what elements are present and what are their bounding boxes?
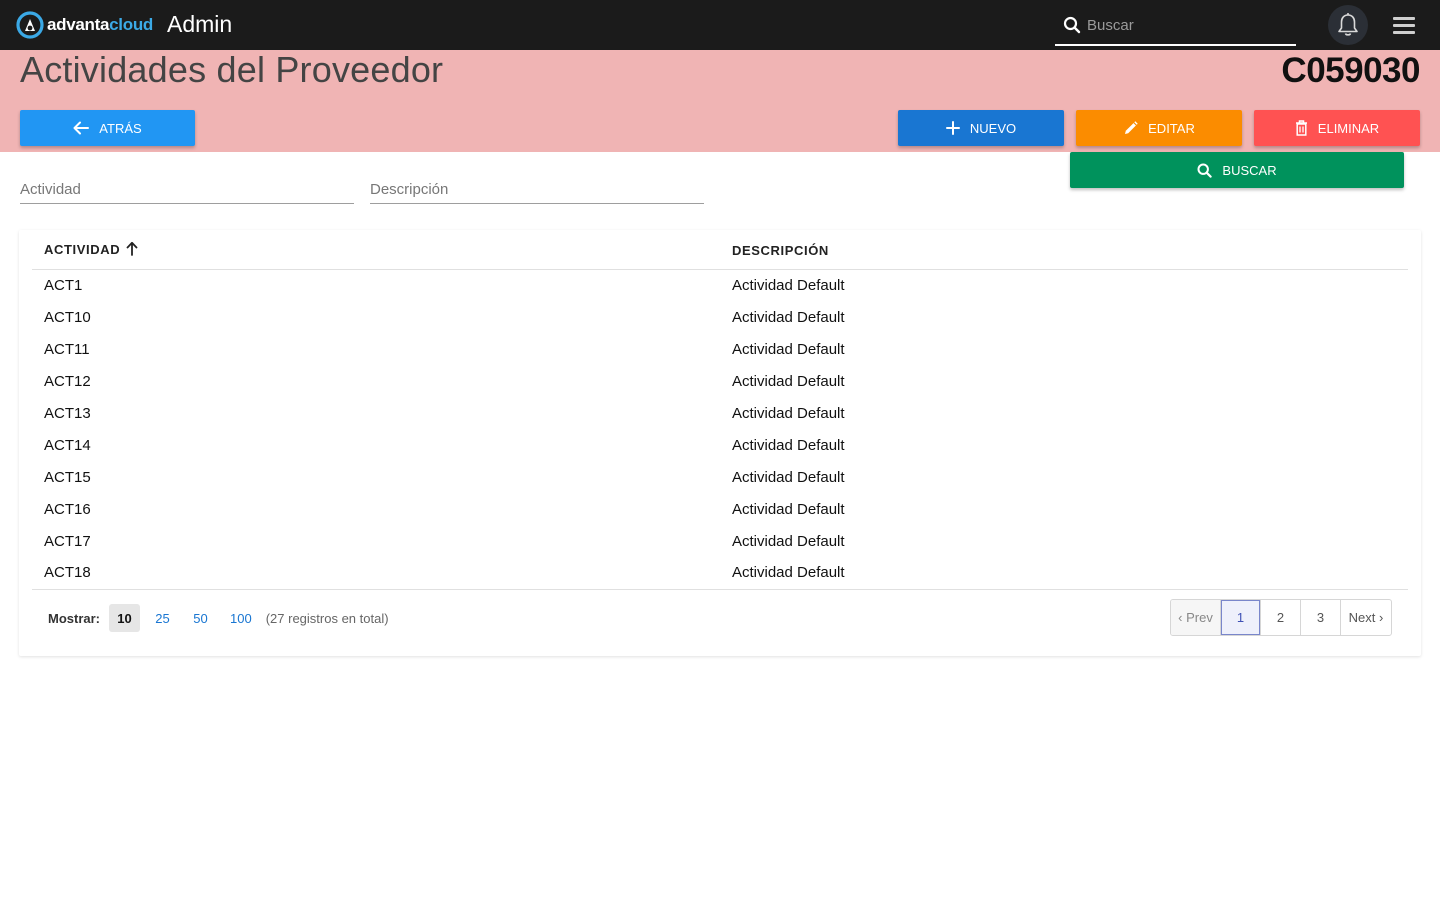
sort-ascending-icon [126, 241, 138, 259]
bell-icon [1338, 13, 1358, 36]
activity-filter-input[interactable] [20, 176, 354, 202]
column-header-activity-label: ACTIVIDAD [44, 242, 121, 258]
trash-icon [1295, 120, 1307, 136]
cell-description: Actividad Default [720, 557, 1408, 590]
table-row[interactable]: ACT17 Actividad Default [32, 525, 1408, 557]
cell-description: Actividad Default [732, 276, 845, 294]
table-row[interactable]: ACT14 Actividad Default [32, 429, 1408, 461]
column-header-description-label: DESCRIPCIÓN [732, 242, 829, 258]
table-row[interactable]: ACT13 Actividad Default [32, 397, 1408, 429]
search-icon [1063, 16, 1081, 34]
advanta-cloud-logo-icon [16, 11, 44, 39]
cell-description: Actividad Default [732, 436, 845, 454]
cell-activity: ACT18 [32, 557, 720, 590]
cell-activity: ACT1 [44, 276, 83, 294]
pagination-page-3[interactable]: 3 [1301, 600, 1341, 635]
cell-description: Actividad Default [732, 468, 845, 486]
pagination-page-2[interactable]: 2 [1261, 600, 1301, 635]
pagination-next[interactable]: Next › [1341, 600, 1391, 635]
activity-filter [20, 176, 354, 204]
page-size-selector: Mostrar: 10 25 50 100 (27 registros en t… [48, 604, 389, 632]
edit-button[interactable]: EDITAR [1076, 110, 1242, 146]
global-search-input[interactable] [1087, 14, 1287, 36]
cell-description: Actividad Default [732, 372, 845, 390]
table-row[interactable]: ACT10 Actividad Default [32, 301, 1408, 333]
cell-activity: ACT14 [44, 436, 91, 454]
cell-description: Actividad Default [732, 308, 845, 326]
description-filter-input[interactable] [370, 176, 704, 202]
page-size-option-10[interactable]: 10 [109, 604, 141, 632]
edit-button-label: EDITAR [1148, 120, 1195, 136]
cell-description: Actividad Default [732, 404, 845, 422]
table-row[interactable]: ACT18 Actividad Default [32, 557, 1408, 590]
cell-activity: ACT12 [44, 372, 91, 390]
total-records: (27 registros en total) [265, 610, 389, 626]
plus-icon [945, 121, 960, 135]
new-button[interactable]: NUEVO [898, 110, 1064, 146]
cell-activity: ACT16 [44, 500, 91, 518]
column-header-description[interactable]: DESCRIPCIÓN [720, 230, 1408, 270]
notifications-button[interactable] [1328, 5, 1368, 45]
back-button-label: ATRÁS [99, 120, 142, 136]
table-header-row: ACTIVIDAD DESCRIPCIÓN [32, 230, 1408, 270]
pencil-icon [1125, 120, 1138, 134]
cell-description: Actividad Default [732, 340, 845, 358]
page-title: Actividades del Proveedor [20, 49, 444, 90]
table-row[interactable]: ACT15 Actividad Default [32, 461, 1408, 493]
cell-description: Actividad Default [732, 532, 845, 550]
table-row[interactable]: ACT16 Actividad Default [32, 493, 1408, 525]
pagination: ‹ Prev 1 2 3 Next › [1170, 599, 1392, 636]
page-size-option-25[interactable]: 25 [147, 604, 178, 632]
delete-button[interactable]: ELIMINAR [1254, 110, 1420, 146]
record-code: C059030 [1281, 51, 1420, 90]
cell-activity: ACT10 [44, 308, 91, 326]
pagination-page-1[interactable]: 1 [1221, 600, 1261, 635]
top-navbar: advantacloud Admin [0, 0, 1440, 50]
column-header-activity[interactable]: ACTIVIDAD [32, 230, 720, 270]
cell-activity: ACT13 [44, 404, 91, 422]
search-button-label: BUSCAR [1222, 162, 1277, 178]
results-card: ACTIVIDAD DESCRIPCIÓN ACT1 Actividad Defa… [19, 230, 1421, 656]
page-header: Actividades del Proveedor C059030 ATRÁS … [0, 50, 1440, 152]
table-row[interactable]: ACT11 Actividad Default [32, 333, 1408, 365]
cell-activity: ACT17 [44, 532, 91, 550]
page-size-option-100[interactable]: 100 [223, 604, 259, 632]
search-icon [1197, 163, 1213, 178]
cell-description: Actividad Default [732, 500, 845, 518]
table-row[interactable]: ACT12 Actividad Default [32, 365, 1408, 397]
global-search [1055, 6, 1296, 46]
page-size-label: Mostrar: [48, 610, 101, 626]
description-filter [370, 176, 704, 204]
delete-button-label: ELIMINAR [1317, 120, 1380, 136]
cell-activity: ACT11 [44, 340, 90, 358]
brand-logo[interactable]: advantacloud [16, 11, 153, 39]
back-button[interactable]: ATRÁS [20, 110, 195, 146]
page-size-option-50[interactable]: 50 [185, 604, 216, 632]
cell-activity: ACT15 [44, 468, 91, 486]
pagination-prev[interactable]: ‹ Prev [1171, 600, 1221, 635]
new-button-label: NUEVO [969, 120, 1017, 136]
app-name: Admin [167, 11, 233, 37]
table-row[interactable]: ACT1 Actividad Default [32, 269, 1408, 301]
hamburger-menu-icon[interactable] [1393, 17, 1415, 35]
arrow-left-icon [73, 121, 90, 135]
brand-name: advantacloud [47, 15, 153, 34]
activities-table: ACTIVIDAD DESCRIPCIÓN ACT1 Actividad Defa… [32, 230, 1408, 590]
search-button[interactable]: BUSCAR [1070, 152, 1404, 188]
